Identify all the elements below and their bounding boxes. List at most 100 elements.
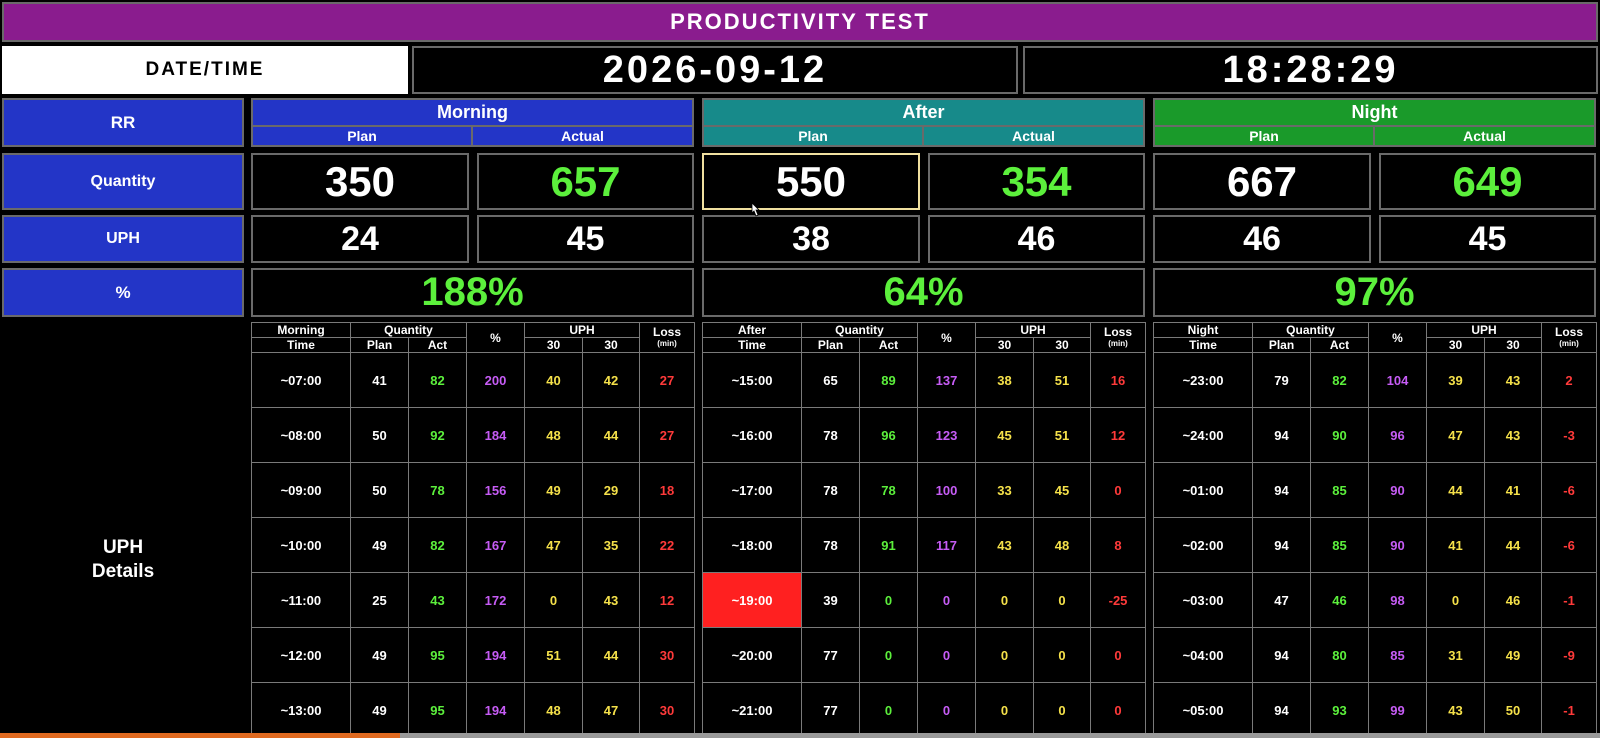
detail-time-header: Morning <box>251 322 351 338</box>
detail-cell-time: ~02:00 <box>1153 517 1253 573</box>
table-row: ~16:00 78 96 123 45 51 12 <box>702 407 1147 463</box>
detail-cell-uph30b: 47 <box>582 682 641 738</box>
detail-cell-time: ~20:00 <box>702 627 802 683</box>
detail-quantity-header: Quantity <box>1251 322 1370 338</box>
uph-details-label-line2: Details <box>91 561 155 582</box>
shift-night-uph-actual: 45 <box>1379 215 1596 263</box>
detail-cell-uph30a: 47 <box>524 517 584 573</box>
detail-cell-act: 82 <box>1309 352 1370 408</box>
detail-loss-header: Loss (min) <box>1090 322 1147 353</box>
detail-cell-loss: 8 <box>1090 517 1147 573</box>
detail-cell-uph30b: 29 <box>582 462 641 518</box>
detail-cell-uph30a: 47 <box>1426 407 1486 463</box>
detail-cell-uph30a: 0 <box>1426 572 1486 628</box>
detail-cell-loss: 30 <box>639 627 696 683</box>
detail-cell-uph30a: 44 <box>1426 462 1486 518</box>
detail-cell-percent: 200 <box>466 352 526 408</box>
bottom-progress-fill <box>0 733 400 738</box>
detail-cell-time: ~03:00 <box>1153 572 1253 628</box>
detail-cell-act: 82 <box>407 517 468 573</box>
detail-cell-plan: 94 <box>1252 682 1311 738</box>
detail-uph30b-subheader: 30 <box>582 337 641 353</box>
detail-cell-plan: 39 <box>801 572 860 628</box>
detail-cell-uph30b: 41 <box>1484 462 1543 518</box>
detail-cell-uph30a: 31 <box>1426 627 1486 683</box>
shift-night-uph-plan: 46 <box>1153 215 1371 263</box>
time-display: 18:28:29 <box>1023 46 1598 94</box>
detail-uph-header: UPH <box>524 322 641 338</box>
shift-morning-uph-actual: 45 <box>477 215 694 263</box>
detail-time-header: Night <box>1153 322 1253 338</box>
detail-cell-loss: 30 <box>639 682 696 738</box>
shift-night-qty-actual: 649 <box>1379 153 1596 210</box>
detail-cell-uph30b: 42 <box>582 352 641 408</box>
detail-cell-time: ~15:00 <box>702 352 802 408</box>
detail-cell-uph30a: 48 <box>524 407 584 463</box>
detail-cell-plan: 77 <box>801 682 860 738</box>
detail-cell-percent: 96 <box>1368 407 1428 463</box>
detail-cell-plan: 41 <box>350 352 409 408</box>
detail-cell-uph30a: 51 <box>524 627 584 683</box>
detail-cell-plan: 94 <box>1252 462 1311 518</box>
date-display: 2026-09-12 <box>412 46 1018 94</box>
shift-morning-actual-header: Actual <box>471 125 694 147</box>
bottom-scrollbar[interactable] <box>0 733 1600 738</box>
detail-cell-percent: 167 <box>466 517 526 573</box>
shift-after-qty-plan[interactable]: 550 <box>702 153 920 210</box>
shift-after-plan-header: Plan <box>702 125 924 147</box>
detail-cell-uph30b: 44 <box>582 627 641 683</box>
detail-cell-plan: 50 <box>350 462 409 518</box>
detail-cell-percent: 172 <box>466 572 526 628</box>
detail-cell-uph30a: 39 <box>1426 352 1486 408</box>
detail-cell-percent: 194 <box>466 682 526 738</box>
shift-night-qty-plan: 667 <box>1153 153 1371 210</box>
detail-cell-uph30a: 0 <box>975 682 1035 738</box>
table-row: ~13:00 49 95 194 48 47 30 <box>251 682 696 738</box>
detail-cell-loss: 12 <box>639 572 696 628</box>
detail-cell-plan: 78 <box>801 517 860 573</box>
detail-cell-loss: -6 <box>1541 517 1598 573</box>
detail-cell-time: ~12:00 <box>251 627 351 683</box>
detail-act-subheader: Act <box>407 337 468 353</box>
detail-cell-loss: 18 <box>639 462 696 518</box>
detail-act-subheader: Act <box>858 337 919 353</box>
shift-night-plan-header: Plan <box>1153 125 1375 147</box>
detail-cell-time: ~04:00 <box>1153 627 1253 683</box>
table-row: ~19:00 39 0 0 0 0 -25 <box>702 572 1147 628</box>
detail-loss-label: Loss <box>1555 324 1584 339</box>
table-row: ~05:00 94 93 99 43 50 -1 <box>1153 682 1598 738</box>
detail-cell-uph30a: 43 <box>1426 682 1486 738</box>
detail-cell-uph30b: 51 <box>1033 407 1092 463</box>
detail-cell-act: 85 <box>1309 462 1370 518</box>
table-row: ~20:00 77 0 0 0 0 0 <box>702 627 1147 683</box>
detail-cell-act: 82 <box>407 352 468 408</box>
shift-header-after: After <box>702 98 1145 125</box>
detail-uph-header: UPH <box>975 322 1092 338</box>
detail-cell-percent: 90 <box>1368 517 1428 573</box>
detail-cell-percent: 0 <box>917 682 977 738</box>
detail-cell-act: 46 <box>1309 572 1370 628</box>
detail-time-header: After <box>702 322 802 338</box>
detail-loss-unit: (min) <box>657 338 677 348</box>
detail-plan-subheader: Plan <box>350 337 409 353</box>
detail-cell-time: ~08:00 <box>251 407 351 463</box>
shift-after-actual-header: Actual <box>922 125 1145 147</box>
detail-cell-loss: 0 <box>1090 682 1147 738</box>
shift-after-qty-actual: 354 <box>928 153 1145 210</box>
detail-loss-unit: (min) <box>1108 338 1128 348</box>
detail-cell-act: 93 <box>1309 682 1370 738</box>
detail-cell-time: ~24:00 <box>1153 407 1253 463</box>
percent-label: % <box>2 268 244 317</box>
detail-cell-loss: -9 <box>1541 627 1598 683</box>
detail-loss-unit: (min) <box>1559 338 1579 348</box>
shift-morning-percent: 188% <box>251 268 694 317</box>
detail-loss-label: Loss <box>653 324 682 339</box>
detail-cell-uph30a: 38 <box>975 352 1035 408</box>
detail-cell-time: ~09:00 <box>251 462 351 518</box>
datetime-label: DATE/TIME <box>2 46 408 94</box>
detail-cell-act: 95 <box>407 627 468 683</box>
detail-cell-uph30b: 49 <box>1484 627 1543 683</box>
detail-cell-time: ~07:00 <box>251 352 351 408</box>
detail-plan-subheader: Plan <box>801 337 860 353</box>
table-row: ~23:00 79 82 104 39 43 2 <box>1153 352 1598 408</box>
